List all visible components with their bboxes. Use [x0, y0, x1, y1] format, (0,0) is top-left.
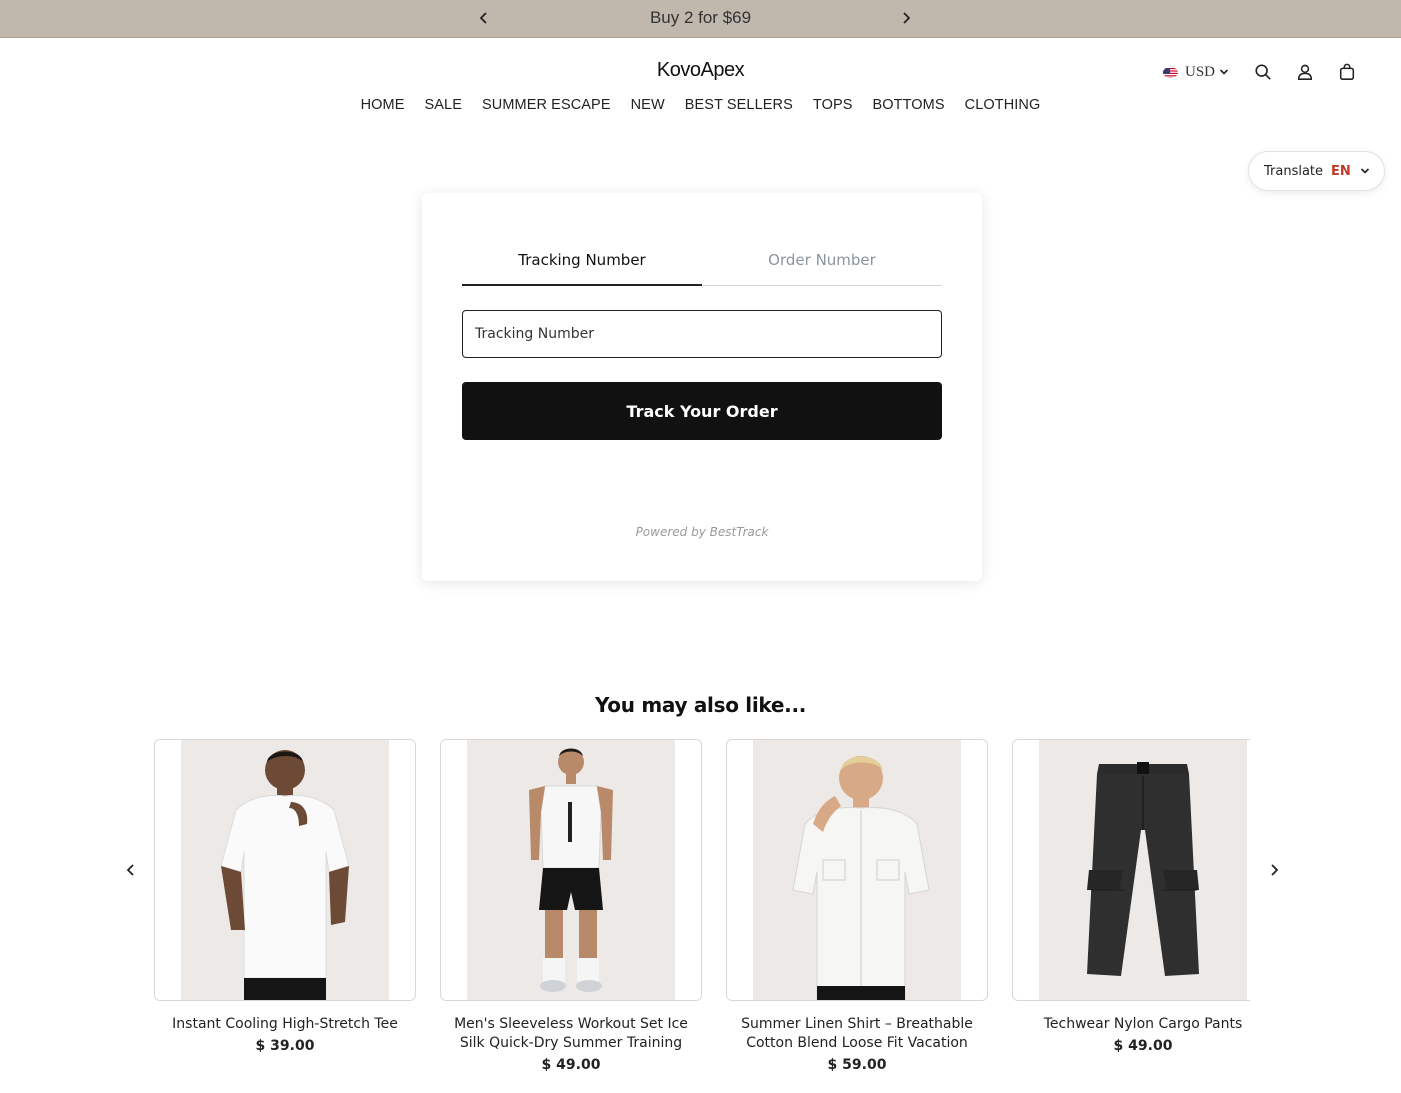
nav-item-tops[interactable]: TOPS [813, 97, 853, 113]
product-price: $ 49.00 [541, 1057, 601, 1073]
translate-language: EN [1331, 163, 1351, 179]
carousel-next-button[interactable] [1264, 860, 1284, 880]
recommendations-title: You may also like... [594, 693, 807, 717]
tab-order-number[interactable]: Order Number [702, 240, 942, 285]
product-photo-cargo-pants [1039, 740, 1247, 1000]
product-price: $ 49.00 [1113, 1038, 1173, 1054]
translate-label: Translate [1264, 163, 1324, 179]
nav-item-clothing[interactable]: CLOTHING [965, 97, 1041, 113]
product-name[interactable]: Summer Linen Shirt – Breathable Cotton B… [726, 1015, 988, 1053]
product-photo-workout-set [467, 740, 675, 1000]
currency-selector[interactable]: USD [1162, 63, 1229, 81]
order-tracking-card: Tracking Number Order Number Track Your … [422, 193, 982, 581]
cart-icon[interactable] [1337, 62, 1357, 82]
translate-widget[interactable]: Translate EN [1248, 151, 1385, 191]
tracking-number-input[interactable] [462, 310, 942, 358]
product-carousel: Instant Cooling High-Stretch Tee $ 39.00 [154, 739, 1250, 1093]
product-card[interactable]: Instant Cooling High-Stretch Tee $ 39.00 [154, 739, 416, 1054]
nav-item-bottoms[interactable]: BOTTOMS [873, 97, 945, 113]
tracking-tabs: Tracking Number Order Number [462, 240, 942, 286]
product-card[interactable]: Men's Sleeveless Workout Set Ice Silk Qu… [440, 739, 702, 1073]
nav-item-new[interactable]: NEW [631, 97, 665, 113]
tab-tracking-number[interactable]: Tracking Number [462, 240, 702, 286]
product-name[interactable]: Men's Sleeveless Workout Set Ice Silk Qu… [440, 1015, 702, 1053]
currency-label: USD [1184, 63, 1215, 80]
header-actions: USD [1162, 60, 1357, 84]
main-nav: HOME SALE SUMMER ESCAPE NEW BEST SELLERS… [0, 97, 1401, 113]
nav-item-home[interactable]: HOME [361, 97, 405, 113]
product-card[interactable]: Techwear Nylon Cargo Pants $ 49.00 [1012, 739, 1250, 1054]
announcement-text: Buy 2 for $69 [649, 8, 752, 27]
announcement-next-button[interactable] [896, 8, 916, 28]
product-price: $ 39.00 [255, 1038, 315, 1054]
powered-by-text: Powered by BestTrack [635, 525, 769, 539]
product-card[interactable]: Summer Linen Shirt – Breathable Cotton B… [726, 739, 988, 1073]
announcement-bar: Buy 2 for $69 [0, 0, 1401, 38]
product-image[interactable] [154, 739, 416, 1001]
product-photo-linen-shirt [753, 740, 961, 1000]
search-icon[interactable] [1253, 62, 1273, 82]
chevron-left-icon [126, 864, 134, 876]
us-flag-icon [1162, 67, 1178, 78]
product-image[interactable] [440, 739, 702, 1001]
product-image[interactable] [726, 739, 988, 1001]
chevron-down-icon [1219, 69, 1229, 75]
chevron-right-icon [903, 12, 911, 24]
product-photo-tee [181, 740, 389, 1000]
chevron-down-icon [1360, 168, 1369, 174]
product-image[interactable] [1012, 739, 1250, 1001]
chevron-right-icon [1270, 864, 1278, 876]
product-price: $ 59.00 [827, 1057, 887, 1073]
nav-item-sale[interactable]: SALE [425, 97, 462, 113]
carousel-prev-button[interactable] [120, 860, 140, 880]
product-name[interactable]: Instant Cooling High-Stretch Tee [154, 1015, 416, 1034]
track-order-button[interactable]: Track Your Order [462, 382, 942, 440]
product-name[interactable]: Techwear Nylon Cargo Pants [1012, 1015, 1250, 1034]
nav-item-summer-escape[interactable]: SUMMER ESCAPE [482, 97, 611, 113]
nav-item-best-sellers[interactable]: BEST SELLERS [685, 97, 793, 113]
account-icon[interactable] [1295, 62, 1315, 82]
